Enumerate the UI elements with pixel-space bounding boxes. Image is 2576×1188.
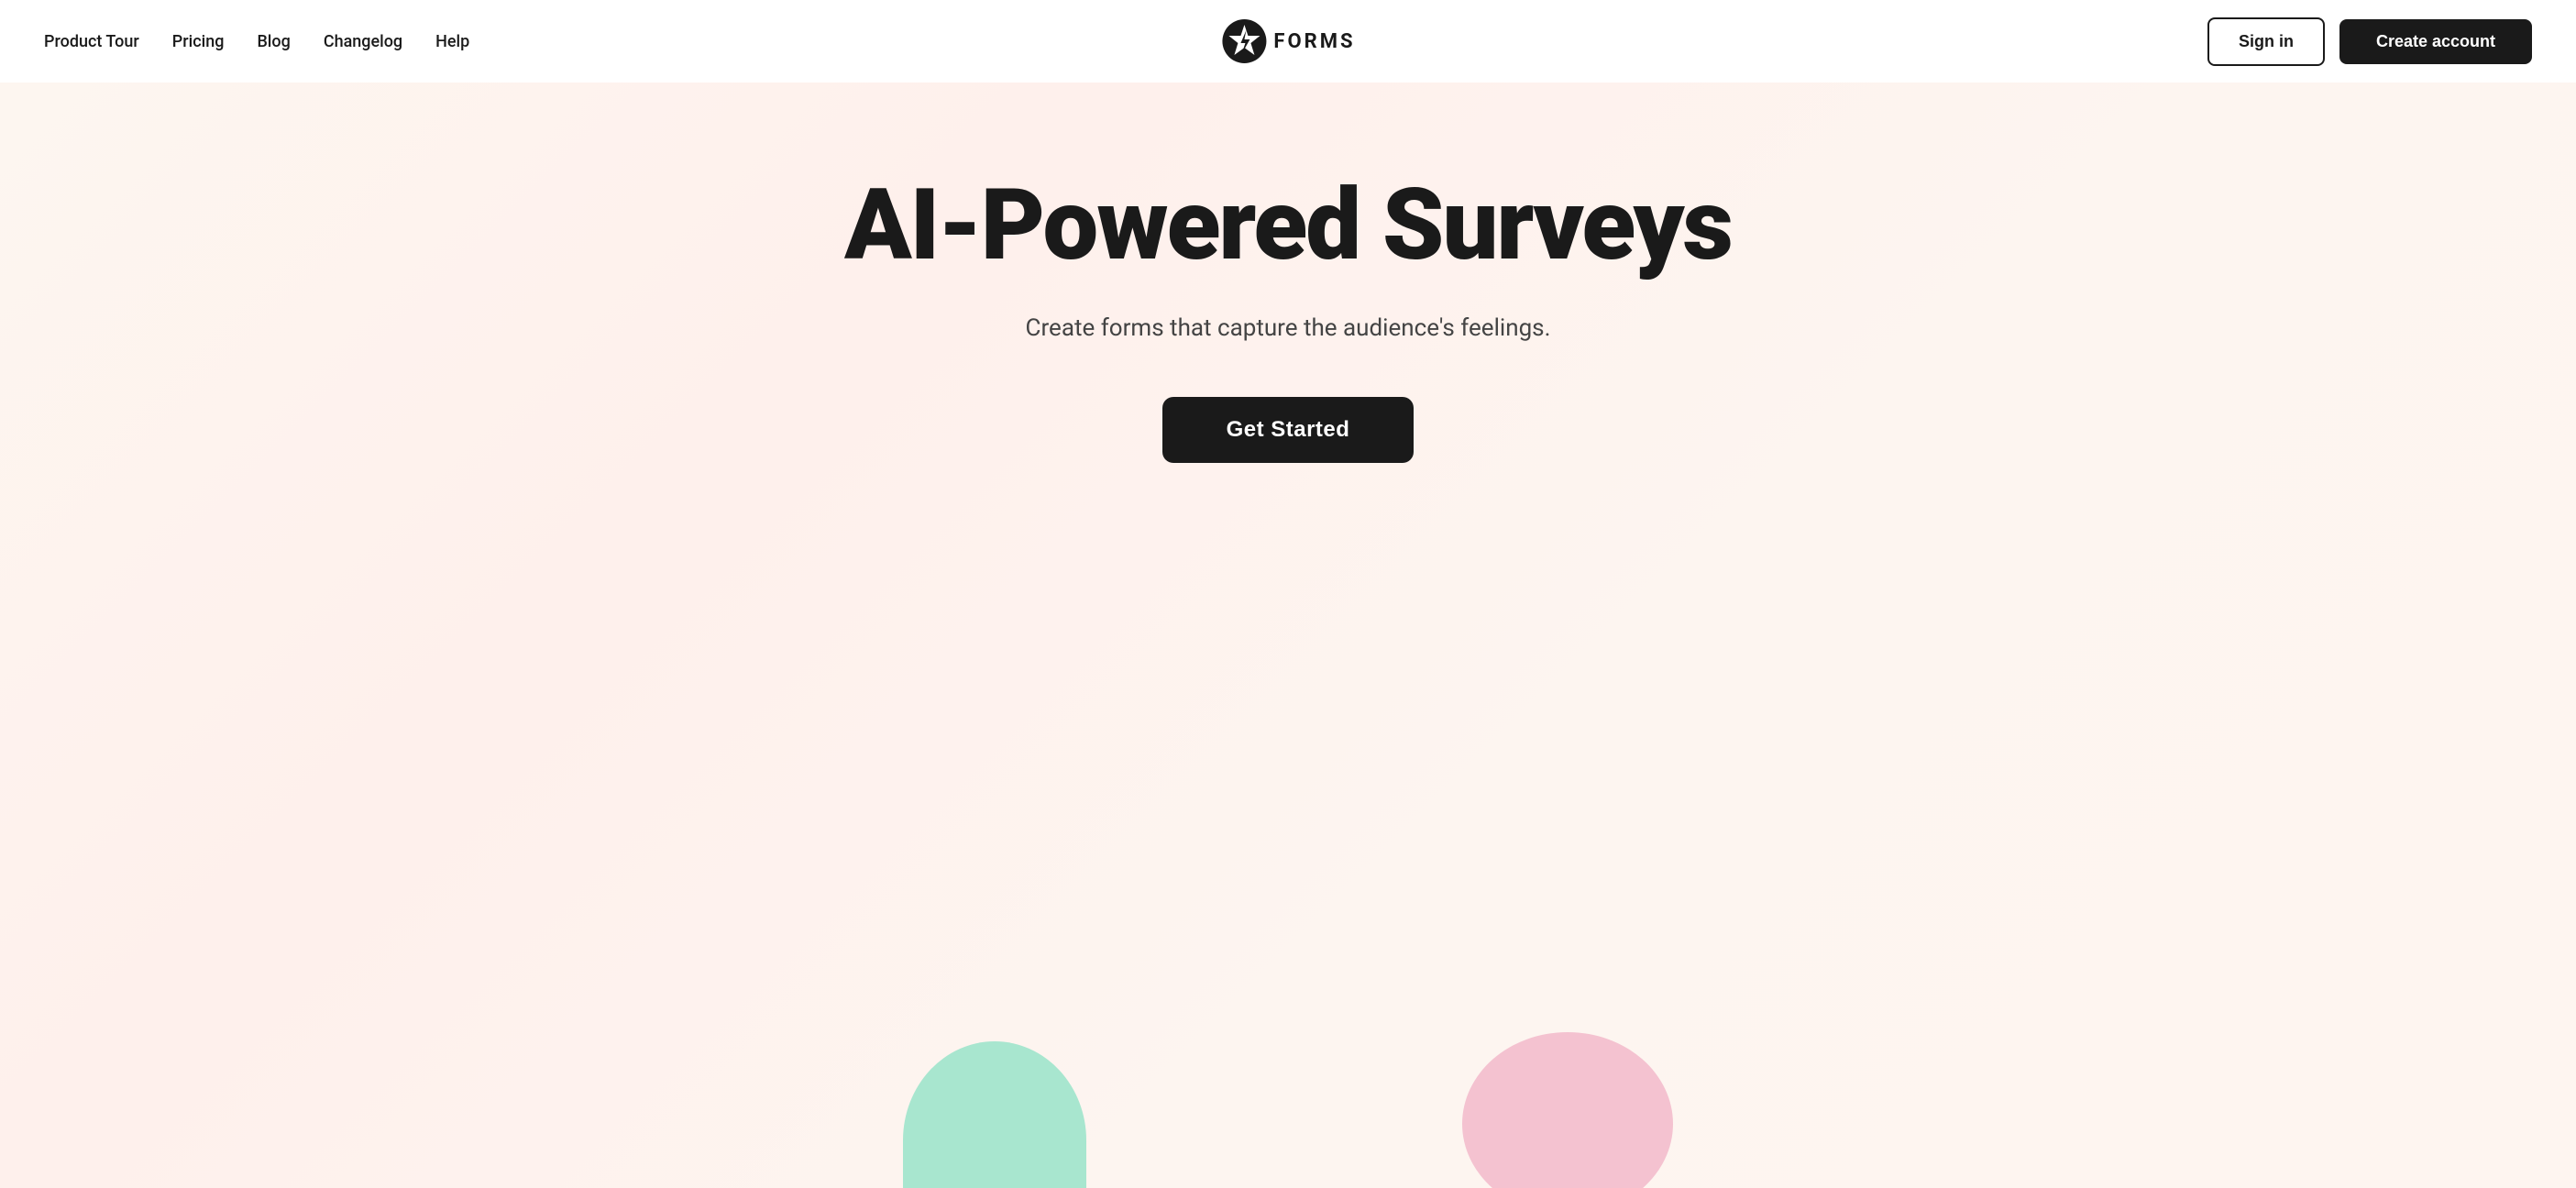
- logo-icon: [1220, 17, 1268, 65]
- signin-button[interactable]: Sign in: [2207, 17, 2325, 66]
- hero-section: AI-Powered Surveys Create forms that cap…: [0, 82, 2576, 1188]
- decorative-shape-green: [903, 1041, 1086, 1188]
- logo-text: FORMS: [1273, 30, 1355, 53]
- create-account-button[interactable]: Create account: [2339, 19, 2532, 64]
- hero-subtitle: Create forms that capture the audience's…: [1026, 314, 1551, 342]
- nav-link-help[interactable]: Help: [435, 32, 469, 51]
- nav-link-blog[interactable]: Blog: [257, 32, 290, 51]
- nav-actions: Sign in Create account: [2207, 17, 2532, 66]
- logo[interactable]: FORMS: [1220, 17, 1355, 65]
- nav-links-left: Product Tour Pricing Blog Changelog Help: [44, 32, 469, 51]
- nav-link-changelog[interactable]: Changelog: [324, 32, 402, 51]
- decorative-shape-pink: [1462, 1032, 1673, 1188]
- navbar: Product Tour Pricing Blog Changelog Help…: [0, 0, 2576, 82]
- nav-link-pricing[interactable]: Pricing: [172, 32, 225, 51]
- get-started-button[interactable]: Get Started: [1162, 397, 1415, 463]
- nav-link-product-tour[interactable]: Product Tour: [44, 32, 139, 51]
- hero-title: AI-Powered Surveys: [844, 174, 1732, 278]
